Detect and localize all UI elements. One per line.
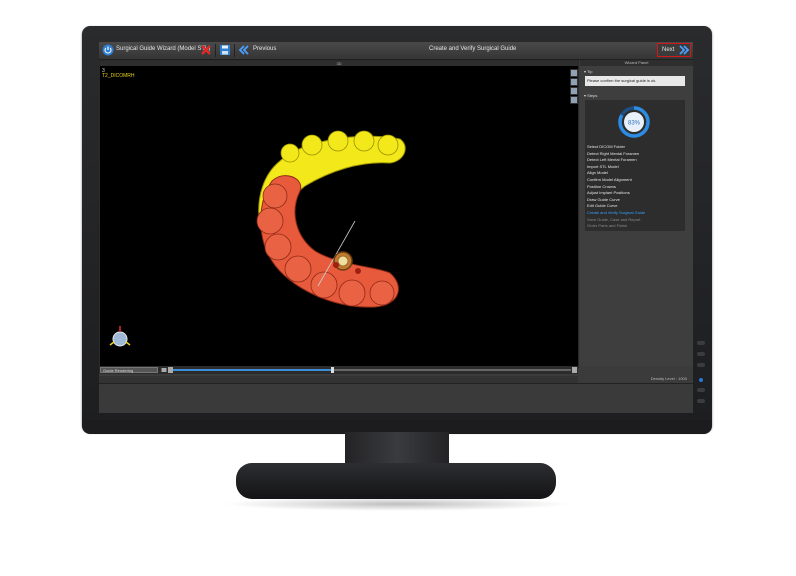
render-mode-select[interactable]: Guide Rendering xyxy=(100,367,158,373)
application-window: Surgical Guide Wizard (Model STL) Previo… xyxy=(99,42,693,413)
3d-viewport[interactable]: 3D 3 T2_DICOMRH xyxy=(99,60,579,368)
viewport-status-strip xyxy=(99,376,578,383)
wizard-panel-title: Wizard Panel xyxy=(580,60,693,66)
close-x-icon[interactable] xyxy=(200,44,212,56)
progress-ring: 83% xyxy=(618,106,650,138)
step-item: Detect Right Mental Foramen xyxy=(587,150,640,156)
wizard-toolbar: Surgical Guide Wizard (Model STL) Previo… xyxy=(99,42,693,60)
previous-button[interactable]: Previous xyxy=(253,46,276,52)
save-icon[interactable] xyxy=(219,44,231,56)
slider-thumb[interactable] xyxy=(331,367,335,373)
steps-list: 83% Select DICOM Folder Detect Right Ment… xyxy=(585,100,685,231)
step-item: Detect Left Mental Foramen xyxy=(587,157,637,163)
next-button[interactable]: Next xyxy=(657,43,691,57)
tip-header[interactable]: ▾ Tip xyxy=(584,69,592,74)
monitor-side-button xyxy=(697,388,705,392)
step-item: Select DICOM Folder xyxy=(587,144,626,149)
steps-header[interactable]: ▾ Steps xyxy=(584,93,597,98)
progress-text: 83% xyxy=(628,121,641,127)
step-item: Import STL Model xyxy=(587,163,619,169)
bottom-info-area xyxy=(99,383,693,413)
step-item: Save Guide, Case and Report xyxy=(587,216,641,222)
double-chevron-left-icon[interactable] xyxy=(238,44,250,56)
step-item: Edit Guide Curve xyxy=(587,203,618,209)
double-chevron-right-icon xyxy=(679,45,690,55)
monitor-side-button xyxy=(697,352,705,356)
slider-fill xyxy=(173,369,333,371)
dental-model-render[interactable] xyxy=(100,61,578,367)
monitor-stand-base xyxy=(236,463,556,499)
step-item: Adjust Implant Positions xyxy=(587,190,630,196)
snapshot-icon[interactable] xyxy=(161,367,167,373)
monitor-side-button xyxy=(697,341,705,345)
density-level: Density Level : 1000 xyxy=(650,376,687,381)
step-title: Create and Verify Surgical Guide xyxy=(429,46,517,52)
orientation-widget-icon xyxy=(109,326,131,347)
step-item: Align Model xyxy=(587,170,608,176)
step-item: Position Crowns xyxy=(587,183,616,189)
step-item: Draw Guide Curve xyxy=(587,196,620,202)
viewport-controls: Guide Rendering xyxy=(99,366,578,374)
wizard-panel: Wizard Panel ▾ Tip Please confirm the su… xyxy=(580,60,693,366)
steps-header-label: Steps xyxy=(587,93,598,98)
toolbar-separator xyxy=(215,44,216,57)
step-item: Confirm Model Alignment xyxy=(587,177,632,182)
monitor-side-button xyxy=(697,363,705,367)
clipping-slider[interactable] xyxy=(173,367,571,373)
power-icon[interactable] xyxy=(102,44,114,56)
step-item: Order Parts and Finish xyxy=(587,223,628,229)
monitor-base-shadow xyxy=(222,497,572,511)
next-button-label: Next xyxy=(662,47,675,53)
slider-right-icon[interactable] xyxy=(572,367,577,373)
monitor-side-button xyxy=(697,399,705,403)
toolbar-separator xyxy=(234,44,235,57)
step-item: Create and Verify Surgical Guide xyxy=(587,210,646,215)
tip-text: Please confirm the surgical guide is ok. xyxy=(585,76,685,86)
tip-header-label: Tip xyxy=(587,69,593,74)
power-led xyxy=(699,378,703,382)
wizard-title: Surgical Guide Wizard (Model STL) xyxy=(116,46,211,52)
